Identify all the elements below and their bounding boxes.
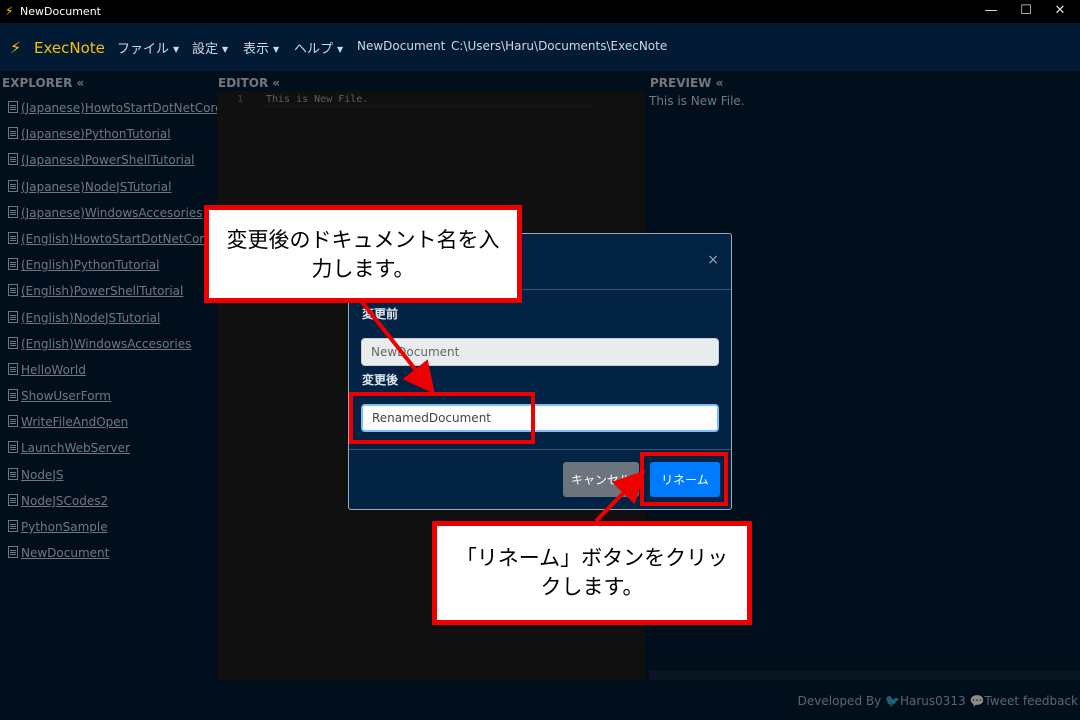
arrow-to-button <box>594 470 646 523</box>
arrow-to-input <box>360 300 435 395</box>
input-instruction-callout: 変更後のドキュメント名を入力します。 <box>204 205 522 303</box>
button-instruction-callout: 「リネーム」ボタンをクリックします。 <box>432 521 752 625</box>
